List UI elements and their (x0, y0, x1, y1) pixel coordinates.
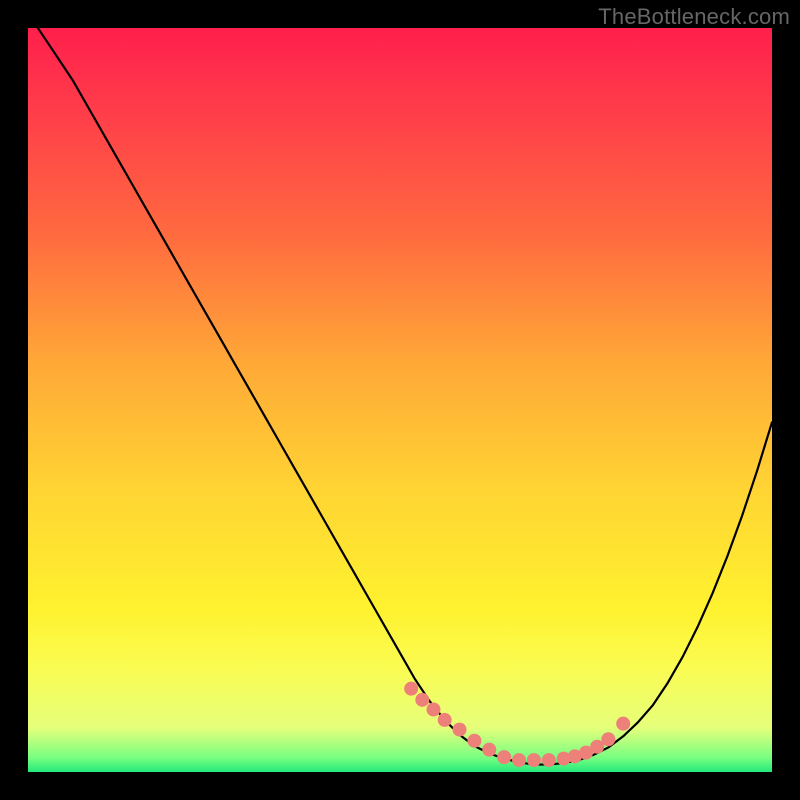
plot-gradient-background (28, 28, 772, 772)
optimum-marker-dot (426, 703, 440, 717)
plot-area-border (28, 28, 772, 772)
chart-frame: TheBottleneck.com (0, 0, 800, 800)
optimum-marker-dot (453, 723, 467, 737)
optimum-marker-dot (467, 734, 481, 748)
chart-svg (28, 28, 772, 772)
optimum-marker-dot (482, 743, 496, 757)
optimum-marker-dot (527, 753, 541, 767)
optimum-marker-dot (415, 693, 429, 707)
optimum-marker-dot (512, 753, 526, 767)
bottleneck-curve (28, 28, 772, 765)
optimum-marker-dot (601, 732, 615, 746)
optimum-marker-dot (616, 717, 630, 731)
watermark-text: TheBottleneck.com (598, 4, 790, 30)
optimum-marker-dot (438, 713, 452, 727)
optimum-marker-dot (404, 682, 418, 696)
optimum-marker-dot (497, 750, 511, 764)
optimum-marker-dot (542, 753, 556, 767)
